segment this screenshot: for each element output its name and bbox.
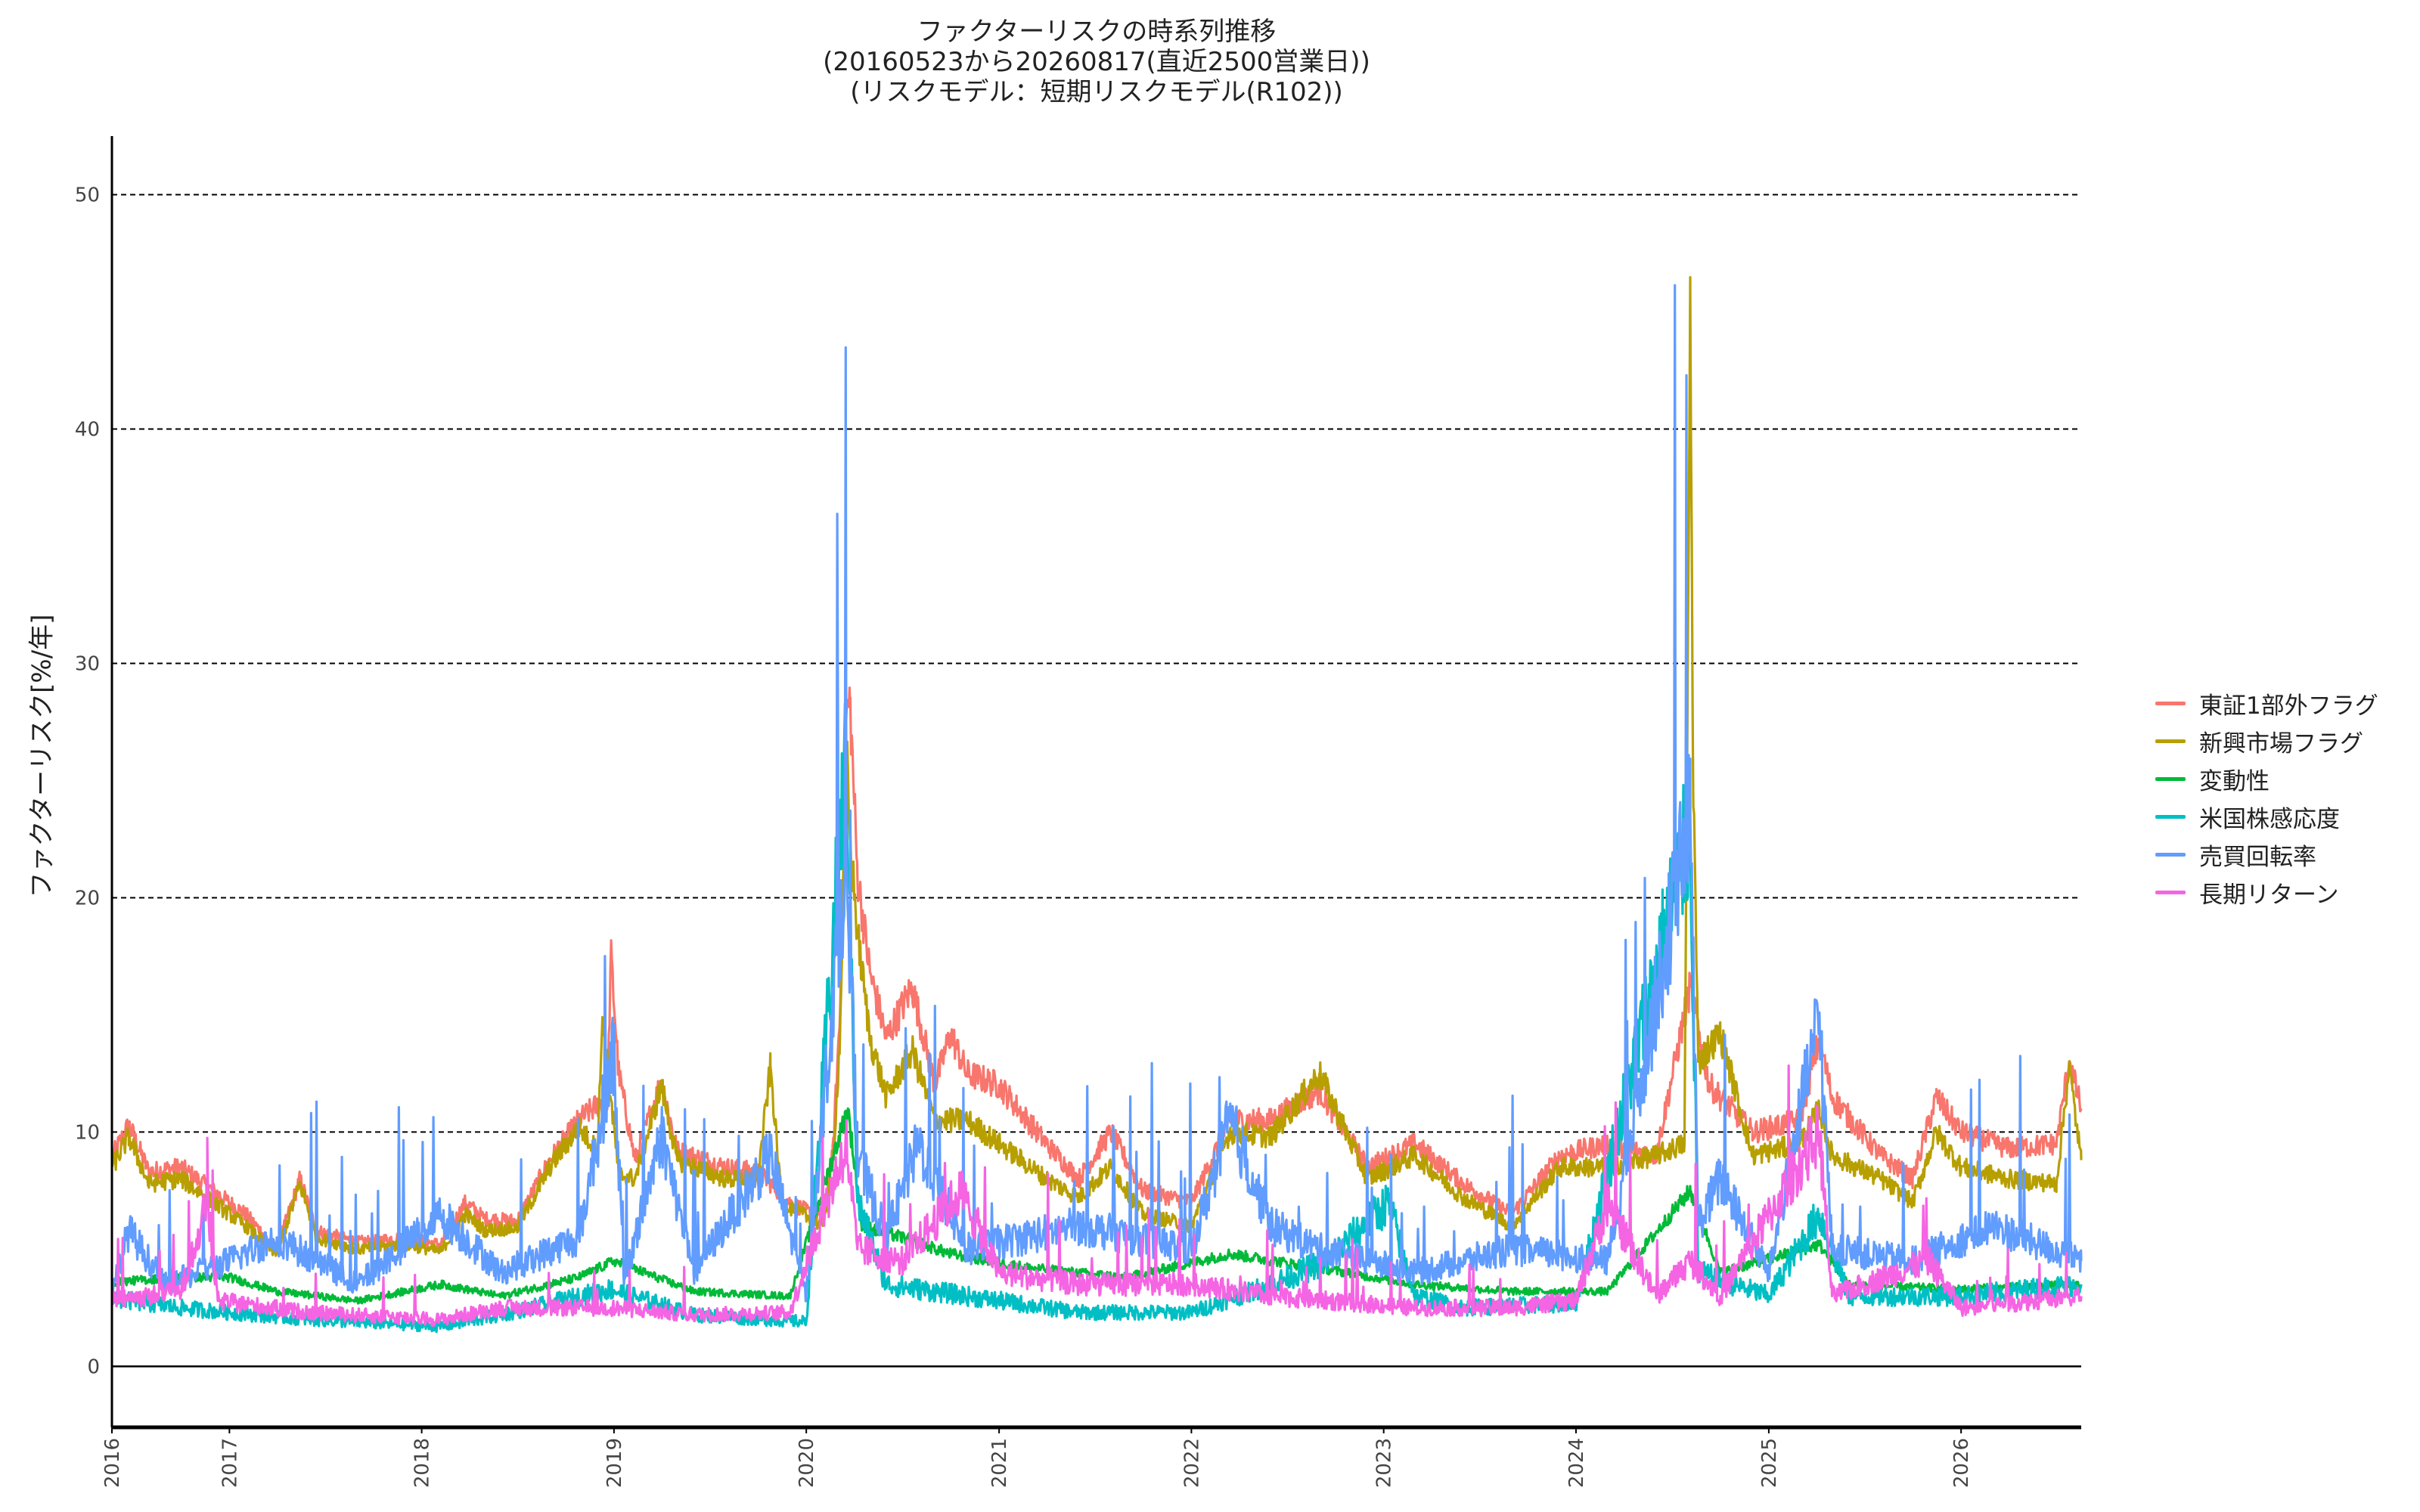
legend-swatch-3	[2155, 776, 2186, 781]
x-tick-label-2017: 2017	[219, 1438, 241, 1488]
legend-item-4: 米国株感応度	[2155, 798, 2378, 835]
legend-label-5: 売買回転率	[2199, 843, 2316, 871]
legend-swatch-1	[2155, 701, 2186, 705]
y-tick-label-40: 40	[75, 418, 100, 441]
legend-label-1: 東証1部外フラグ	[2199, 692, 2378, 720]
legend: 東証1部外フラグ 新興市場フラグ 変動性米国株感応度 売買回転率長期リターン	[2155, 684, 2378, 911]
x-tick-label-2018: 2018	[411, 1438, 434, 1488]
legend-swatch-4	[2155, 814, 2186, 819]
x-tick-label-2025: 2025	[1758, 1438, 1781, 1488]
series-line-3	[110, 1107, 2083, 1305]
x-tick-label-2023: 2023	[1373, 1438, 1396, 1488]
legend-label-4: 米国株感応度	[2199, 805, 2340, 833]
x-tick-label-2022: 2022	[1181, 1438, 1203, 1488]
legend-swatch-2	[2155, 739, 2186, 743]
series-line-6	[110, 1064, 2083, 1328]
x-tick-label-2016: 2016	[101, 1438, 124, 1488]
x-tick-label-2019: 2019	[603, 1438, 626, 1488]
legend-label-2: 新興市場フラグ	[2199, 730, 2363, 758]
line-chart: 0 10 20 30 40 50 2016 2017 2018 2019 2020 2021 2022 2…	[75, 136, 2083, 1488]
x-tick-label-2021: 2021	[988, 1438, 1011, 1488]
y-tick-label-50: 50	[75, 184, 100, 206]
legend-item-5: 売買回転率	[2155, 835, 2378, 873]
y-tick-label-10: 10	[75, 1121, 100, 1144]
x-tick-label-2026: 2026	[1950, 1438, 1973, 1488]
legend-swatch-6	[2155, 890, 2186, 894]
x-tick-label-2020: 2020	[796, 1438, 818, 1488]
x-tick-label-2024: 2024	[1565, 1438, 1588, 1488]
legend-item-1: 東証1部外フラグ	[2155, 684, 2378, 722]
legend-item-3: 変動性	[2155, 760, 2378, 798]
y-tick-label-0: 0	[87, 1356, 100, 1378]
legend-swatch-5	[2155, 852, 2186, 857]
series-line-2	[110, 276, 2083, 1257]
y-tick-label-20: 20	[75, 887, 100, 909]
legend-item-6: 長期リターン	[2155, 873, 2378, 911]
y-tick-label-30: 30	[75, 652, 100, 675]
legend-label-6: 長期リターン	[2199, 881, 2339, 909]
legend-item-2: 新興市場フラグ	[2155, 722, 2378, 760]
legend-label-3: 変動性	[2199, 767, 2270, 795]
series-layer	[110, 276, 2083, 1334]
